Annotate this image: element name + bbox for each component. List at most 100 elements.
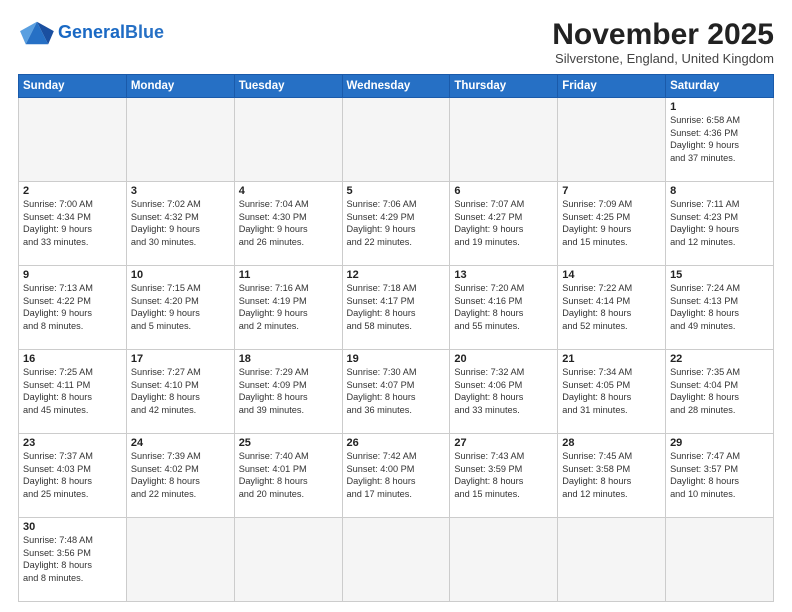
day-number: 8 [670, 185, 769, 197]
day-info: Sunrise: 6:58 AMSunset: 4:36 PMDaylight:… [670, 114, 769, 165]
logo-icon [18, 18, 54, 48]
day-number: 13 [454, 269, 553, 281]
day-number: 17 [131, 353, 230, 365]
day-info: Sunrise: 7:11 AMSunset: 4:23 PMDaylight:… [670, 198, 769, 249]
day-cell: 4Sunrise: 7:04 AMSunset: 4:30 PMDaylight… [234, 182, 342, 266]
day-cell: 27Sunrise: 7:43 AMSunset: 3:59 PMDayligh… [450, 434, 558, 518]
day-cell: 24Sunrise: 7:39 AMSunset: 4:02 PMDayligh… [126, 434, 234, 518]
header: GeneralBlue November 2025 Silverstone, E… [18, 18, 774, 66]
day-cell [558, 518, 666, 602]
weekday-header-saturday: Saturday [666, 75, 774, 98]
day-cell: 6Sunrise: 7:07 AMSunset: 4:27 PMDaylight… [450, 182, 558, 266]
day-cell: 12Sunrise: 7:18 AMSunset: 4:17 PMDayligh… [342, 266, 450, 350]
day-number: 22 [670, 353, 769, 365]
day-cell: 2Sunrise: 7:00 AMSunset: 4:34 PMDaylight… [19, 182, 127, 266]
logo-general: General [58, 22, 125, 42]
day-number: 11 [239, 269, 338, 281]
weekday-header-tuesday: Tuesday [234, 75, 342, 98]
day-cell: 13Sunrise: 7:20 AMSunset: 4:16 PMDayligh… [450, 266, 558, 350]
day-cell [234, 98, 342, 182]
day-cell: 1Sunrise: 6:58 AMSunset: 4:36 PMDaylight… [666, 98, 774, 182]
day-cell: 17Sunrise: 7:27 AMSunset: 4:10 PMDayligh… [126, 350, 234, 434]
day-info: Sunrise: 7:37 AMSunset: 4:03 PMDaylight:… [23, 450, 122, 501]
day-info: Sunrise: 7:29 AMSunset: 4:09 PMDaylight:… [239, 366, 338, 417]
day-info: Sunrise: 7:02 AMSunset: 4:32 PMDaylight:… [131, 198, 230, 249]
day-info: Sunrise: 7:40 AMSunset: 4:01 PMDaylight:… [239, 450, 338, 501]
day-info: Sunrise: 7:13 AMSunset: 4:22 PMDaylight:… [23, 282, 122, 333]
day-cell: 9Sunrise: 7:13 AMSunset: 4:22 PMDaylight… [19, 266, 127, 350]
weekday-header-friday: Friday [558, 75, 666, 98]
day-info: Sunrise: 7:04 AMSunset: 4:30 PMDaylight:… [239, 198, 338, 249]
day-number: 6 [454, 185, 553, 197]
day-info: Sunrise: 7:45 AMSunset: 3:58 PMDaylight:… [562, 450, 661, 501]
day-cell [342, 98, 450, 182]
day-info: Sunrise: 7:16 AMSunset: 4:19 PMDaylight:… [239, 282, 338, 333]
day-info: Sunrise: 7:20 AMSunset: 4:16 PMDaylight:… [454, 282, 553, 333]
day-cell: 30Sunrise: 7:48 AMSunset: 3:56 PMDayligh… [19, 518, 127, 602]
weekday-header-monday: Monday [126, 75, 234, 98]
day-number: 24 [131, 437, 230, 449]
day-info: Sunrise: 7:07 AMSunset: 4:27 PMDaylight:… [454, 198, 553, 249]
day-number: 30 [23, 521, 122, 533]
day-cell [19, 98, 127, 182]
day-cell [126, 518, 234, 602]
week-row-4: 16Sunrise: 7:25 AMSunset: 4:11 PMDayligh… [19, 350, 774, 434]
day-cell: 10Sunrise: 7:15 AMSunset: 4:20 PMDayligh… [126, 266, 234, 350]
day-number: 16 [23, 353, 122, 365]
day-number: 5 [347, 185, 446, 197]
day-info: Sunrise: 7:25 AMSunset: 4:11 PMDaylight:… [23, 366, 122, 417]
day-number: 10 [131, 269, 230, 281]
day-info: Sunrise: 7:24 AMSunset: 4:13 PMDaylight:… [670, 282, 769, 333]
day-number: 3 [131, 185, 230, 197]
day-number: 29 [670, 437, 769, 449]
day-number: 7 [562, 185, 661, 197]
day-info: Sunrise: 7:48 AMSunset: 3:56 PMDaylight:… [23, 534, 122, 585]
day-cell: 3Sunrise: 7:02 AMSunset: 4:32 PMDaylight… [126, 182, 234, 266]
day-cell: 15Sunrise: 7:24 AMSunset: 4:13 PMDayligh… [666, 266, 774, 350]
weekday-header-row: SundayMondayTuesdayWednesdayThursdayFrid… [19, 75, 774, 98]
day-cell [558, 98, 666, 182]
day-cell [450, 518, 558, 602]
logo: GeneralBlue [18, 18, 164, 48]
calendar-table: SundayMondayTuesdayWednesdayThursdayFrid… [18, 74, 774, 602]
day-cell: 29Sunrise: 7:47 AMSunset: 3:57 PMDayligh… [666, 434, 774, 518]
day-number: 23 [23, 437, 122, 449]
day-cell [234, 518, 342, 602]
day-cell: 28Sunrise: 7:45 AMSunset: 3:58 PMDayligh… [558, 434, 666, 518]
subtitle: Silverstone, England, United Kingdom [552, 51, 774, 66]
day-info: Sunrise: 7:30 AMSunset: 4:07 PMDaylight:… [347, 366, 446, 417]
day-info: Sunrise: 7:15 AMSunset: 4:20 PMDaylight:… [131, 282, 230, 333]
weekday-header-thursday: Thursday [450, 75, 558, 98]
day-cell [450, 98, 558, 182]
day-cell: 18Sunrise: 7:29 AMSunset: 4:09 PMDayligh… [234, 350, 342, 434]
day-number: 20 [454, 353, 553, 365]
day-info: Sunrise: 7:42 AMSunset: 4:00 PMDaylight:… [347, 450, 446, 501]
week-row-3: 9Sunrise: 7:13 AMSunset: 4:22 PMDaylight… [19, 266, 774, 350]
day-cell: 25Sunrise: 7:40 AMSunset: 4:01 PMDayligh… [234, 434, 342, 518]
day-info: Sunrise: 7:35 AMSunset: 4:04 PMDaylight:… [670, 366, 769, 417]
week-row-5: 23Sunrise: 7:37 AMSunset: 4:03 PMDayligh… [19, 434, 774, 518]
day-cell: 16Sunrise: 7:25 AMSunset: 4:11 PMDayligh… [19, 350, 127, 434]
day-info: Sunrise: 7:39 AMSunset: 4:02 PMDaylight:… [131, 450, 230, 501]
day-info: Sunrise: 7:27 AMSunset: 4:10 PMDaylight:… [131, 366, 230, 417]
day-cell [126, 98, 234, 182]
day-number: 28 [562, 437, 661, 449]
day-cell: 11Sunrise: 7:16 AMSunset: 4:19 PMDayligh… [234, 266, 342, 350]
day-cell: 7Sunrise: 7:09 AMSunset: 4:25 PMDaylight… [558, 182, 666, 266]
day-number: 4 [239, 185, 338, 197]
week-row-6: 30Sunrise: 7:48 AMSunset: 3:56 PMDayligh… [19, 518, 774, 602]
logo-blue: Blue [125, 22, 164, 42]
day-number: 12 [347, 269, 446, 281]
day-cell: 22Sunrise: 7:35 AMSunset: 4:04 PMDayligh… [666, 350, 774, 434]
day-cell: 26Sunrise: 7:42 AMSunset: 4:00 PMDayligh… [342, 434, 450, 518]
day-info: Sunrise: 7:09 AMSunset: 4:25 PMDaylight:… [562, 198, 661, 249]
day-info: Sunrise: 7:18 AMSunset: 4:17 PMDaylight:… [347, 282, 446, 333]
day-number: 19 [347, 353, 446, 365]
week-row-1: 1Sunrise: 6:58 AMSunset: 4:36 PMDaylight… [19, 98, 774, 182]
day-info: Sunrise: 7:47 AMSunset: 3:57 PMDaylight:… [670, 450, 769, 501]
day-number: 26 [347, 437, 446, 449]
week-row-2: 2Sunrise: 7:00 AMSunset: 4:34 PMDaylight… [19, 182, 774, 266]
day-number: 15 [670, 269, 769, 281]
day-number: 27 [454, 437, 553, 449]
day-cell: 8Sunrise: 7:11 AMSunset: 4:23 PMDaylight… [666, 182, 774, 266]
